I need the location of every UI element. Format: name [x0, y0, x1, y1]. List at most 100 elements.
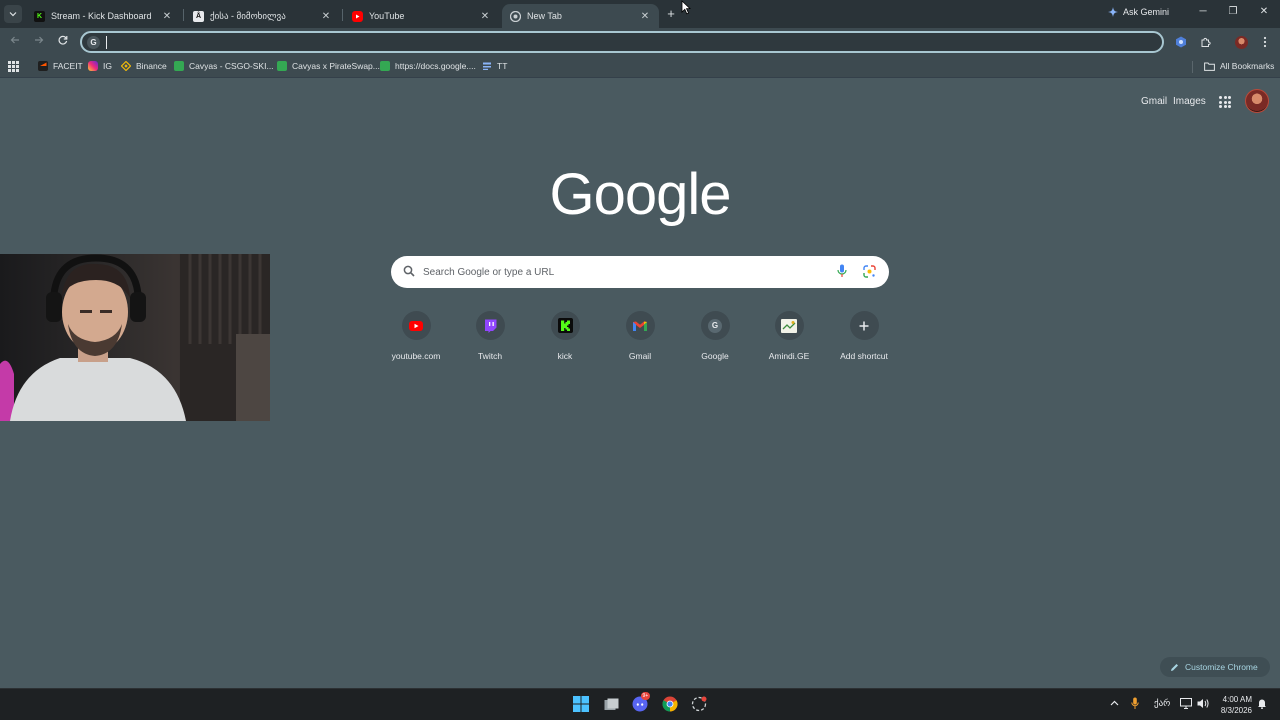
- close-icon[interactable]: ✕: [479, 11, 491, 22]
- task-view-button[interactable]: [602, 695, 620, 713]
- speaker-icon: [1197, 699, 1209, 708]
- clock-time: 4:00 AM: [1222, 695, 1252, 704]
- network-tray-button[interactable]: [1180, 698, 1192, 711]
- bookmark-faceit[interactable]: FACEIT: [38, 61, 83, 71]
- shortcut-label: Amindi.GE: [768, 351, 810, 361]
- tab-kisa[interactable]: Å ქისა - მიმოხილვა ✕: [185, 4, 340, 28]
- minimize-button[interactable]: ─: [1196, 6, 1210, 17]
- avatar[interactable]: [1245, 89, 1269, 113]
- microphone-icon[interactable]: [837, 264, 847, 278]
- instagram-icon: [88, 61, 98, 71]
- avatar: [1234, 35, 1248, 49]
- tab-new-tab[interactable]: New Tab ✕: [502, 4, 659, 28]
- shortcut-youtube[interactable]: youtube.com: [381, 311, 451, 361]
- chrome-menu-button[interactable]: [1257, 34, 1273, 50]
- language-indicator[interactable]: ქარ: [1154, 698, 1170, 709]
- close-window-button[interactable]: ✕: [1257, 6, 1271, 17]
- shortcut-add[interactable]: Add shortcut: [829, 311, 899, 361]
- extensions-menu-button[interactable]: [1197, 34, 1213, 50]
- search-input[interactable]: [423, 263, 823, 281]
- svg-text:Google: Google: [549, 162, 730, 227]
- google-g-icon: G: [708, 318, 722, 333]
- back-button[interactable]: [7, 34, 23, 50]
- app-taskbar-button[interactable]: [690, 695, 708, 713]
- volume-tray-button[interactable]: [1197, 698, 1209, 711]
- bookmark-label: Binance: [136, 61, 167, 71]
- sheets-icon: [380, 61, 390, 71]
- bookmark-label: Cavyas x PirateSwap...: [292, 61, 380, 71]
- forward-button[interactable]: [31, 34, 47, 50]
- google-search-box[interactable]: [391, 256, 889, 288]
- restore-button[interactable]: ❐: [1226, 6, 1240, 17]
- shortcut-label: kick: [557, 351, 573, 361]
- task-view-icon: [604, 698, 618, 710]
- tab-title: YouTube: [369, 11, 405, 21]
- google-apps-icon[interactable]: [1219, 96, 1231, 108]
- shortcut-gmail[interactable]: Gmail: [605, 311, 675, 361]
- shortcut-tile: [550, 311, 580, 340]
- tab-kick-dashboard[interactable]: K Stream - Kick Dashboard ✕: [26, 4, 181, 28]
- close-icon[interactable]: ✕: [639, 11, 651, 22]
- browser-toolbar: G: [0, 28, 1280, 56]
- shortcut-label: Google: [701, 351, 729, 361]
- puzzle-icon: [1201, 37, 1211, 47]
- tab-divider: [183, 9, 184, 21]
- bookmark-cavyas-csgo[interactable]: Cavyas - CSGO-SKI...: [174, 61, 274, 71]
- google-lens-icon[interactable]: [863, 265, 876, 278]
- apps-grid-icon[interactable]: [8, 61, 19, 72]
- all-bookmarks-button[interactable]: All Bookmarks: [1204, 61, 1274, 71]
- binance-icon: [120, 60, 132, 72]
- close-icon[interactable]: ✕: [161, 11, 173, 22]
- profile-button[interactable]: [1233, 34, 1249, 50]
- google-g-icon: G: [87, 36, 100, 49]
- bookmark-ig[interactable]: IG: [88, 61, 112, 71]
- system-clock[interactable]: 4:00 AM 8/3/2026: [1214, 694, 1252, 716]
- windows-start-button[interactable]: [572, 695, 590, 713]
- new-tab-button[interactable]: +: [664, 6, 678, 21]
- webcam-overlay: [0, 254, 270, 421]
- shortcut-tile: G: [700, 311, 730, 340]
- chrome-taskbar-button[interactable]: [661, 695, 679, 713]
- extension-button[interactable]: [1173, 34, 1189, 50]
- extension-hexagon-icon: [1176, 36, 1186, 48]
- shortcut-amindi[interactable]: Amindi.GE: [754, 311, 824, 361]
- bookmark-tt[interactable]: TT: [482, 61, 507, 71]
- kick-icon: [557, 318, 573, 333]
- shortcut-kick[interactable]: kick: [530, 311, 600, 361]
- microphone-tray-button[interactable]: [1131, 697, 1139, 712]
- close-icon[interactable]: ✕: [320, 11, 332, 22]
- shortcut-google[interactable]: G Google: [680, 311, 750, 361]
- mouse-cursor-icon: [681, 0, 691, 15]
- tab-title: New Tab: [527, 11, 562, 21]
- chevron-up-icon: [1110, 700, 1119, 706]
- bookmarks-divider: [1192, 61, 1193, 73]
- folder-icon: [1204, 62, 1215, 71]
- customize-chrome-button[interactable]: Customize Chrome: [1160, 657, 1270, 677]
- network-icon: [1180, 698, 1192, 709]
- bookmark-binance[interactable]: Binance: [120, 60, 167, 72]
- bell-icon: [1258, 699, 1266, 709]
- address-bar[interactable]: G: [80, 31, 1164, 53]
- reload-button[interactable]: [55, 34, 71, 50]
- notifications-button[interactable]: [1257, 698, 1267, 711]
- chevron-down-icon: [9, 12, 17, 17]
- bookmark-cavyas-pirateswap[interactable]: Cavyas x PirateSwap...: [277, 61, 380, 71]
- ask-gemini-button[interactable]: Ask Gemini: [1108, 7, 1169, 17]
- sheets-icon: [277, 61, 287, 71]
- tab-youtube[interactable]: YouTube ✕: [344, 4, 499, 28]
- kisa-icon: Å: [193, 10, 204, 22]
- all-bookmarks-label: All Bookmarks: [1220, 61, 1275, 71]
- windows-logo-icon: [573, 696, 589, 712]
- sheets-icon: [174, 61, 184, 71]
- bookmark-docs-google[interactable]: https://docs.google....: [380, 61, 476, 71]
- gmail-link[interactable]: Gmail: [1141, 96, 1167, 107]
- tray-overflow-button[interactable]: [1110, 698, 1119, 708]
- tab-search-button[interactable]: [4, 5, 22, 23]
- images-link[interactable]: Images: [1173, 96, 1206, 107]
- shortcut-twitch[interactable]: Twitch: [455, 311, 525, 361]
- discord-taskbar-button[interactable]: 9+: [631, 692, 650, 713]
- customize-chrome-label: Customize Chrome: [1185, 662, 1258, 672]
- ask-gemini-label: Ask Gemini: [1123, 7, 1170, 17]
- tt-icon: [482, 61, 492, 71]
- kick-icon: K: [34, 10, 45, 22]
